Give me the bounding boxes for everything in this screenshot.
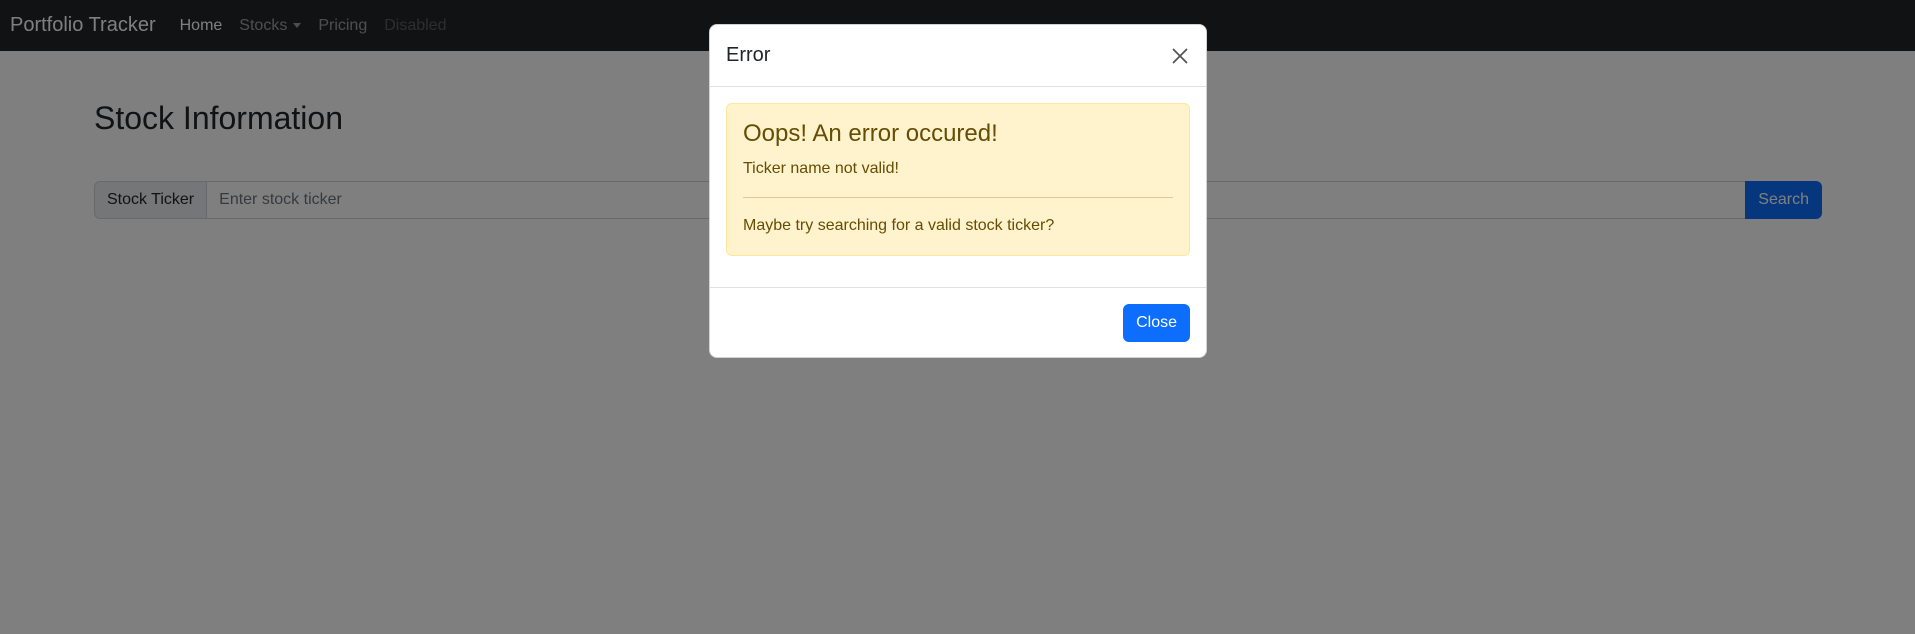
modal-footer: Close bbox=[710, 288, 1206, 357]
modal-body: Oops! An error occured! Ticker name not … bbox=[710, 87, 1206, 288]
alert-hint: Maybe try searching for a valid stock ti… bbox=[743, 216, 1055, 234]
modal-title: Error bbox=[726, 44, 771, 66]
alert-divider bbox=[743, 196, 1173, 198]
alert-message: Ticker name not valid! bbox=[743, 159, 899, 177]
error-modal: Error Oops! An error occured! Ticker nam… bbox=[709, 24, 1207, 358]
close-icon[interactable] bbox=[1170, 46, 1190, 66]
alert-heading: Oops! An error occured! bbox=[743, 120, 998, 147]
close-button[interactable]: Close bbox=[1123, 304, 1190, 342]
page: Portfolio Tracker Home Stocks Pricing Di… bbox=[0, 0, 1915, 634]
warning-alert: Oops! An error occured! Ticker name not … bbox=[726, 103, 1190, 256]
modal-header: Error bbox=[710, 25, 1206, 87]
